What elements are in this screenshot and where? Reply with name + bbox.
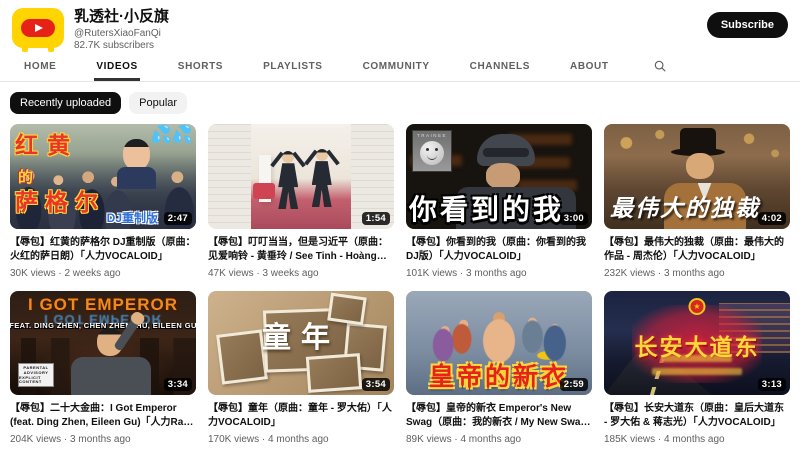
blurred-subtitle-art <box>662 355 732 362</box>
video-title[interactable]: 【辱包】皇帝的新衣 Emperor's New Swag（原曲：我的新衣 / M… <box>406 402 592 430</box>
top-hat-art <box>680 128 716 150</box>
dancer-figure-art <box>271 151 305 209</box>
duration-badge: 4:02 <box>758 212 786 225</box>
duration-badge: 1:54 <box>362 212 390 225</box>
duration-badge: 3:34 <box>164 378 192 391</box>
video-card[interactable]: 皇帝的新衣 2:59 【辱包】皇帝的新衣 Emperor's New Swag（… <box>406 291 592 446</box>
channel-info: 乳透社·小反旗 @RutersXiaoFanQi 82.7K subscribe… <box>74 8 790 51</box>
subscriber-count: 82.7K subscribers <box>74 40 790 51</box>
helmet-art <box>477 134 535 166</box>
sweat-drops-emoji: 💦💦 <box>151 125 193 145</box>
video-card[interactable]: 红黄 的 萨格尔 💦💦 DJ重制版 2:47 【辱包】红黄的萨格尔 DJ重制版（… <box>10 124 196 279</box>
duration-badge: 3:00 <box>560 212 588 225</box>
channel-avatar[interactable] <box>12 8 64 48</box>
video-meta: 185K views · 4 months ago <box>604 434 790 445</box>
video-thumbnail[interactable]: 1:54 <box>208 124 394 229</box>
video-card[interactable]: TRAINEE SWAT 你看到的我 3:00 【辱包】你看到的我（原曲：你看到… <box>406 124 592 279</box>
chip-recently-uploaded[interactable]: Recently uploaded <box>10 92 121 114</box>
duration-badge: 2:47 <box>164 212 192 225</box>
blurred-subtitle-art <box>652 368 742 375</box>
thumbnail-face-art <box>123 139 150 170</box>
video-card[interactable]: ★ 长安大道东 3:13 【辱包】长安大道东（原曲：皇后大道东 - 罗大佑 & … <box>604 291 790 446</box>
duration-badge: 3:54 <box>362 378 390 391</box>
advisory-text: EXPLICIT CONTENT <box>19 376 53 384</box>
photo-art <box>216 330 268 385</box>
dancer-arms-art <box>305 143 339 163</box>
thumbnail-overlay-text: 童年 <box>262 314 340 356</box>
thumbnail-overlay-text: 皇帝的新衣 <box>429 357 569 393</box>
video-card[interactable]: I GOT EMPEROR I GOT EMPEROR FEAT. DING Z… <box>10 291 196 446</box>
channel-handle: @RutersXiaoFanQi <box>74 28 790 39</box>
thumbnail-face-art <box>686 153 714 179</box>
video-card[interactable]: 1:54 【辱包】叮叮当当，但是习近平（原曲：见爱响铃 - 黄垂玲 / See … <box>208 124 394 279</box>
video-meta: 204K views · 3 months ago <box>10 434 196 445</box>
video-title[interactable]: 【辱包】你看到的我（原曲：你看到的我 DJ版）「人力VOCALOID」 <box>406 236 592 264</box>
video-thumbnail[interactable]: 皇帝的新衣 2:59 <box>406 291 592 396</box>
smiley-face-icon <box>420 141 444 165</box>
video-meta: 47K views · 3 weeks ago <box>208 268 394 279</box>
parental-advisory-label: PARENTAL ADVISORY EXPLICIT CONTENT <box>18 363 54 387</box>
video-meta: 232K views · 3 months ago <box>604 268 790 279</box>
tab-videos[interactable]: VIDEOS <box>94 55 139 81</box>
tab-community[interactable]: COMMUNITY <box>361 55 432 81</box>
album-cover-label: TRAINEE <box>417 133 447 138</box>
tab-channels[interactable]: CHANNELS <box>468 55 532 81</box>
video-title[interactable]: 【辱包】长安大道东（原曲：皇后大道东 - 罗大佑 & 蒋志光）「人力VOCALO… <box>604 402 790 430</box>
search-icon[interactable] <box>653 59 667 81</box>
video-title[interactable]: 【辱包】童年（原曲：童年 - 罗大佑）「人力VOCALOID」 <box>208 402 394 430</box>
thumbnail-face-art <box>486 163 520 189</box>
duration-badge: 3:13 <box>758 378 786 391</box>
video-grid: 红黄 的 萨格尔 💦💦 DJ重制版 2:47 【辱包】红黄的萨格尔 DJ重制版（… <box>0 124 800 445</box>
tab-playlists[interactable]: PLAYLISTS <box>261 55 325 81</box>
national-emblem-icon: ★ <box>689 298 706 315</box>
tab-home[interactable]: HOME <box>22 55 58 81</box>
channel-tabs: HOME VIDEOS SHORTS PLAYLISTS COMMUNITY C… <box>0 52 800 82</box>
video-meta: 30K views · 2 weeks ago <box>10 268 196 279</box>
thumbnail-overlay-text: 萨格尔 <box>15 183 105 217</box>
video-thumbnail[interactable]: 童年 3:54 <box>208 291 394 396</box>
channel-name: 乳透社·小反旗 <box>74 8 790 27</box>
video-card[interactable]: 最伟大的独裁 4:02 【辱包】最伟大的独裁（原曲：最伟大的作品 - 周杰伦）「… <box>604 124 790 279</box>
thumbnail-overlay-text: 红黄 <box>15 126 79 160</box>
tab-about[interactable]: ABOUT <box>568 55 611 81</box>
suit-art <box>71 357 151 395</box>
video-meta: 89K views · 4 months ago <box>406 434 592 445</box>
video-meta: 170K views · 4 months ago <box>208 434 394 445</box>
thumbnail-overlay-text: 最伟大的独裁 <box>610 189 760 223</box>
video-title[interactable]: 【辱包】叮叮当当，但是习近平（原曲：见爱响铃 - 黄垂玲 / See Tinh … <box>208 236 394 264</box>
tab-shorts[interactable]: SHORTS <box>176 55 225 81</box>
avatar-tv-feet <box>22 47 28 52</box>
video-title[interactable]: 【辱包】最伟大的独裁（原曲：最伟大的作品 - 周杰伦）「人力VOCALOID」 <box>604 236 790 264</box>
video-meta: 101K views · 3 months ago <box>406 268 592 279</box>
thumbnail-overlay-text: I GOT EMPEROR <box>28 295 178 315</box>
video-title[interactable]: 【辱包】二十大金曲：I Got Emperor (feat. Ding Zhen… <box>10 402 196 430</box>
video-thumbnail[interactable]: TRAINEE SWAT 你看到的我 3:00 <box>406 124 592 229</box>
chip-popular[interactable]: Popular <box>129 92 187 114</box>
subscribe-button[interactable]: Subscribe <box>707 12 788 38</box>
video-card[interactable]: 童年 3:54 【辱包】童年（原曲：童年 - 罗大佑）「人力VOCALOID」 … <box>208 291 394 446</box>
video-thumbnail[interactable]: 红黄 的 萨格尔 💦💦 DJ重制版 2:47 <box>10 124 196 229</box>
video-thumbnail[interactable]: 最伟大的独裁 4:02 <box>604 124 790 229</box>
album-cover-art: TRAINEE <box>412 130 452 172</box>
video-title[interactable]: 【辱包】红黄的萨格尔 DJ重制版（原曲：火红的萨日朗）「人力VOCALOID」 <box>10 236 196 264</box>
dancer-arms-art <box>271 145 305 165</box>
video-thumbnail[interactable]: I GOT EMPEROR I GOT EMPEROR FEAT. DING Z… <box>10 291 196 396</box>
dancer-figure-art <box>305 149 339 207</box>
thumbnail-overlay-badge: DJ重制版 <box>107 209 158 226</box>
filter-chip-bar: Recently uploaded Popular <box>0 82 800 124</box>
channel-header: 乳透社·小反旗 @RutersXiaoFanQi 82.7K subscribe… <box>0 0 800 52</box>
video-thumbnail[interactable]: ★ 长安大道东 3:13 <box>604 291 790 396</box>
duration-badge: 2:59 <box>560 378 588 391</box>
photo-art <box>305 353 361 393</box>
thumbnail-overlay-text: 你看到的我 <box>409 188 564 228</box>
